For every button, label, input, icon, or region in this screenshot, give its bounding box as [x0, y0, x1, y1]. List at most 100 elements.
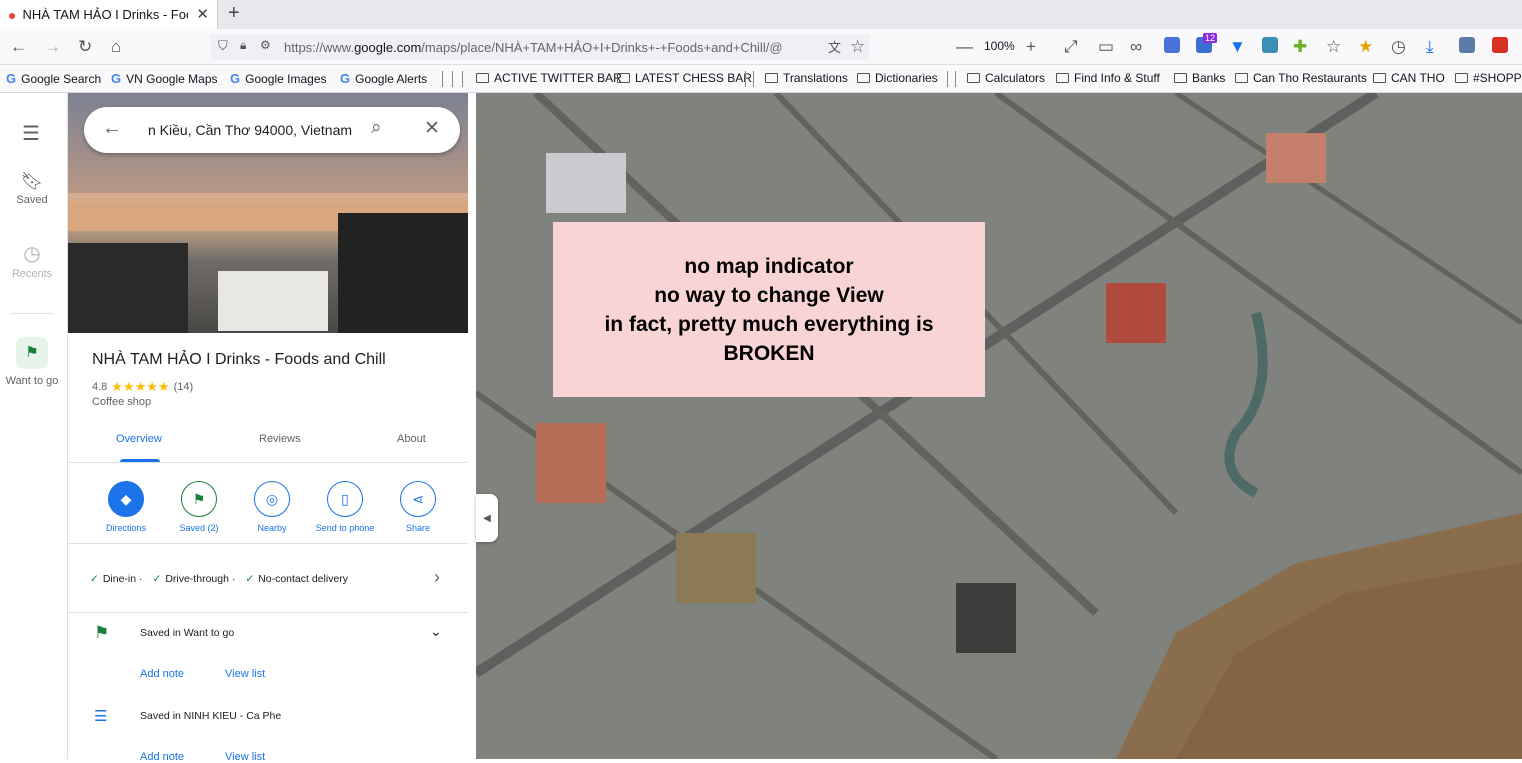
chevron-down-icon[interactable]: ⌄ — [430, 623, 442, 640]
send-to-phone-label: Send to phone — [315, 523, 375, 533]
folder-icon — [1056, 73, 1069, 83]
folder-icon — [1235, 73, 1248, 83]
list-ninh-kieu: Saved in NINH KIEU - Ca Phe — [140, 710, 282, 722]
bookmark-folder-find-info[interactable]: Find Info & Stuff — [1056, 71, 1160, 85]
folder-icon — [1373, 73, 1386, 83]
share-button[interactable]: ⋖ Share — [383, 481, 453, 533]
search-icon[interactable]: ⌕ — [371, 117, 382, 139]
tab-reviews[interactable]: Reviews — [259, 433, 301, 445]
view-list-link[interactable]: View list — [225, 751, 265, 763]
satellite-map[interactable] — [476, 93, 1522, 759]
stars-icon: ★★★★★ — [111, 379, 170, 394]
history-icon[interactable]: ◷ — [1391, 37, 1406, 57]
bookmark-separator — [462, 71, 463, 87]
home-icon[interactable]: ⌂ — [111, 37, 121, 57]
share-icon: ⋖ — [400, 481, 436, 517]
flag-icon: ⚑ — [16, 337, 48, 369]
bookmark-folder-banks[interactable]: Banks — [1174, 71, 1225, 85]
search-box[interactable]: ← n Kiều, Cần Thơ 94000, Vietnam ⌕ ✕ — [84, 107, 460, 153]
back-icon[interactable]: ← — [10, 37, 27, 57]
clear-icon[interactable]: ✕ — [424, 117, 440, 140]
bookmark-folder-can-tho-restaurants[interactable]: Can Tho Restaurants — [1235, 71, 1367, 85]
add-note-link[interactable]: Add note — [140, 668, 184, 680]
browser-tab[interactable]: ● NHÀ TAM HẢO I Drinks - Foods ✕ — [0, 0, 218, 29]
bookmark-label: CAN THO — [1391, 71, 1445, 85]
bookmark-label: Google Search — [21, 71, 102, 86]
nearby-button[interactable]: ◎ Nearby — [237, 481, 307, 533]
bookmark-folder-can-tho[interactable]: CAN THO — [1373, 71, 1445, 85]
directions-label: Directions — [105, 523, 146, 533]
private-icon[interactable]: ∞ — [1130, 37, 1142, 57]
bookmark-folder-translations[interactable]: Translations — [765, 71, 848, 85]
screenshot-icon[interactable] — [1492, 37, 1508, 53]
bookmark-folder-calculators[interactable]: Calculators — [967, 71, 1045, 85]
forward-icon[interactable]: → — [44, 37, 61, 57]
bookmark-folder-chess[interactable]: LATEST CHESS BAR — [617, 71, 752, 85]
rail-want-to-go[interactable]: ⚑ Want to go — [0, 337, 64, 387]
translate-extension-icon[interactable] — [1164, 37, 1180, 53]
bookmark-label: #SHOPPI — [1473, 71, 1522, 85]
bookmark-google-alerts[interactable]: G Google Alerts — [340, 71, 427, 86]
reader-view-icon[interactable]: ▭ — [1098, 37, 1114, 57]
rail-recents[interactable]: ◷ Recents — [0, 241, 64, 280]
tab-title: NHÀ TAM HẢO I Drinks - Foods — [22, 7, 189, 22]
share-label: Share — [405, 523, 431, 533]
bookmark-vn-google-maps[interactable]: G VN Google Maps — [111, 71, 218, 86]
note-extension-icon[interactable] — [1262, 37, 1278, 53]
service-options-row[interactable]: ✓ Dine-in · ✓ Drive-through · ✓ No-contact … — [90, 573, 460, 585]
view-list-link[interactable]: View list — [225, 668, 265, 680]
place-category[interactable]: Coffee shop — [92, 396, 151, 408]
search-input[interactable]: n Kiều, Cần Thơ 94000, Vietnam — [148, 122, 378, 138]
url-bar[interactable]: ⛉ 🔒︎ ⚙ https://www. google.com/maps/place… — [210, 34, 870, 60]
folder-icon — [1455, 73, 1468, 83]
bookmark-folder-dictionaries[interactable]: Dictionaries — [857, 71, 938, 85]
bookmark-separator — [452, 71, 453, 87]
tracking-shield-icon[interactable]: ⛉ — [218, 38, 228, 54]
directions-button[interactable]: ◆ Directions — [91, 481, 161, 533]
send-to-phone-button[interactable]: ▯ Send to phone — [310, 481, 380, 533]
bookmark-folder-twitter[interactable]: ACTIVE TWITTER BAR — [476, 71, 622, 85]
translate-icon[interactable]: 文 — [828, 37, 841, 56]
saved-label: Saved (2) — [179, 523, 219, 533]
bookmark-label: Translations — [783, 71, 848, 85]
bookmark-label: Google Images — [245, 71, 327, 86]
bookmark-google-images[interactable]: G Google Images — [230, 71, 327, 86]
downloads-icon[interactable]: ⤓ — [1426, 37, 1434, 57]
bookmark-star-icon[interactable]: ☆ — [850, 37, 865, 57]
close-tab-icon[interactable]: ✕ — [196, 5, 209, 23]
menu-icon[interactable]: ☰ — [22, 121, 40, 146]
zoom-out-icon[interactable]: — — [956, 37, 973, 57]
saved-button[interactable]: ⚑ Saved (2) — [164, 481, 234, 533]
bookmark-label: Find Info & Stuff — [1074, 71, 1160, 85]
place-title: NHÀ TAM HẢO I Drinks - Foods and Chill — [92, 351, 386, 368]
new-tab-icon[interactable]: + — [228, 2, 240, 25]
plus-extension-icon[interactable]: ✚ — [1293, 37, 1307, 57]
extensions-icon[interactable]: ☆ — [1326, 37, 1341, 57]
zoom-level[interactable]: 100% — [984, 39, 1015, 53]
tab-overview[interactable]: Overview — [116, 433, 162, 445]
favorites-icon[interactable]: ★ — [1358, 37, 1373, 57]
screen-extension-icon[interactable] — [1459, 37, 1475, 53]
rating-row[interactable]: 4.8 ★★★★★ (14) — [92, 379, 193, 395]
zoom-in-icon[interactable]: + — [1026, 37, 1036, 57]
download-extension-icon[interactable]: ▼ — [1229, 37, 1246, 57]
vacant-lot — [676, 533, 756, 603]
folder-icon — [857, 73, 870, 83]
bookmark-folder-shopping[interactable]: #SHOPPI — [1455, 71, 1522, 85]
back-arrow-icon[interactable]: ← — [102, 117, 122, 140]
permissions-icon[interactable]: ⚙ — [260, 38, 271, 52]
bookmark-google-search[interactable]: G Google Search — [6, 71, 101, 86]
note-line: no map indicator — [684, 254, 854, 278]
add-note-link[interactable]: Add note — [140, 751, 184, 763]
reload-icon[interactable]: ↻ — [78, 37, 92, 57]
tab-about[interactable]: About — [397, 433, 426, 445]
bookmark-separator — [745, 71, 746, 87]
note-line: BROKEN — [723, 341, 815, 365]
chevron-right-icon[interactable]: › — [434, 567, 440, 588]
fullscreen-icon[interactable]: ⤢ — [1064, 37, 1078, 57]
bookmark-separator — [442, 71, 443, 87]
rail-saved[interactable]: 🔖︎ Saved — [0, 171, 64, 206]
lock-icon[interactable]: 🔒︎ — [240, 38, 246, 53]
tower-shadow — [956, 583, 1016, 653]
collapse-panel-button[interactable]: ◀ — [476, 494, 498, 542]
